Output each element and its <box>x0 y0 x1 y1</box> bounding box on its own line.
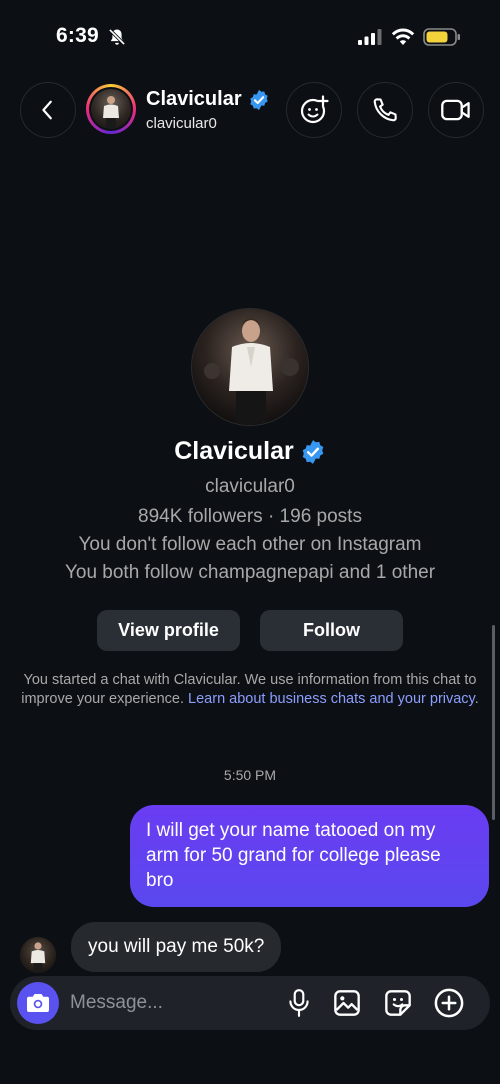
wifi-icon <box>391 28 415 45</box>
person-photo-icon <box>103 96 119 129</box>
view-profile-button[interactable]: View profile <box>97 610 240 651</box>
chat-header: Clavicular clavicular0 <box>0 80 500 144</box>
video-call-button[interactable] <box>428 82 484 138</box>
business-chat-privacy-link[interactable]: Learn about business chats and your priv… <box>188 691 475 707</box>
verified-badge-icon <box>302 439 324 464</box>
phone-icon <box>373 98 397 122</box>
sent-message-bubble[interactable]: I will get your name tatooed on my arm f… <box>130 805 489 907</box>
disclaimer-end: . <box>474 690 479 707</box>
signal-icon <box>358 29 382 45</box>
bell-slash-icon <box>108 28 126 46</box>
status-time: 6:39 <box>56 24 99 47</box>
audio-call-button[interactable] <box>357 82 413 138</box>
effects-icon <box>300 95 329 124</box>
header-name: Clavicular <box>146 88 242 110</box>
scrollbar[interactable] <box>492 625 495 820</box>
microphone-icon <box>289 989 309 1017</box>
profile-name: Clavicular <box>174 437 294 465</box>
back-button[interactable] <box>20 82 76 138</box>
message-input[interactable] <box>70 976 280 1030</box>
header-name-row[interactable]: Clavicular <box>146 88 270 111</box>
sticker-icon <box>385 990 411 1016</box>
header-avatar[interactable] <box>86 84 136 134</box>
received-message-bubble[interactable]: you will pay me 50k? <box>71 922 282 972</box>
profile-stats: 894K followers · 196 posts <box>138 506 362 527</box>
profile-photo-icon <box>192 309 308 425</box>
plus-icon <box>434 988 464 1018</box>
voice-message-button[interactable] <box>283 987 315 1019</box>
camera-button[interactable] <box>17 982 59 1024</box>
sender-avatar[interactable] <box>20 937 56 973</box>
message-composer <box>10 976 490 1030</box>
sticker-button[interactable] <box>382 987 414 1019</box>
business-chat-disclaimer: You started a chat with Clavicular. We u… <box>12 671 488 708</box>
more-options-button[interactable] <box>433 987 465 1019</box>
profile-avatar[interactable] <box>191 308 309 426</box>
battery-icon <box>423 28 460 46</box>
camera-icon <box>27 994 49 1012</box>
follow-status-text: You don't follow each other on Instagram <box>78 534 422 555</box>
profile-name-row: Clavicular <box>0 437 500 466</box>
header-username[interactable]: clavicular0 <box>146 115 217 132</box>
effects-button[interactable] <box>286 82 342 138</box>
status-bar: 6:39 <box>0 0 500 70</box>
verified-badge-icon <box>249 89 268 110</box>
profile-username: clavicular0 <box>205 476 295 497</box>
message-timestamp: 5:50 PM <box>223 767 277 783</box>
video-camera-icon <box>441 99 470 121</box>
follow-button[interactable]: Follow <box>260 610 403 651</box>
avatar-photo <box>91 89 131 129</box>
back-chevron-icon <box>42 100 52 120</box>
person-photo-icon <box>30 942 46 973</box>
gallery-button[interactable] <box>331 987 363 1019</box>
gallery-icon <box>334 990 360 1016</box>
mutual-follows-text: You both follow champagnepapi and 1 othe… <box>64 562 436 583</box>
